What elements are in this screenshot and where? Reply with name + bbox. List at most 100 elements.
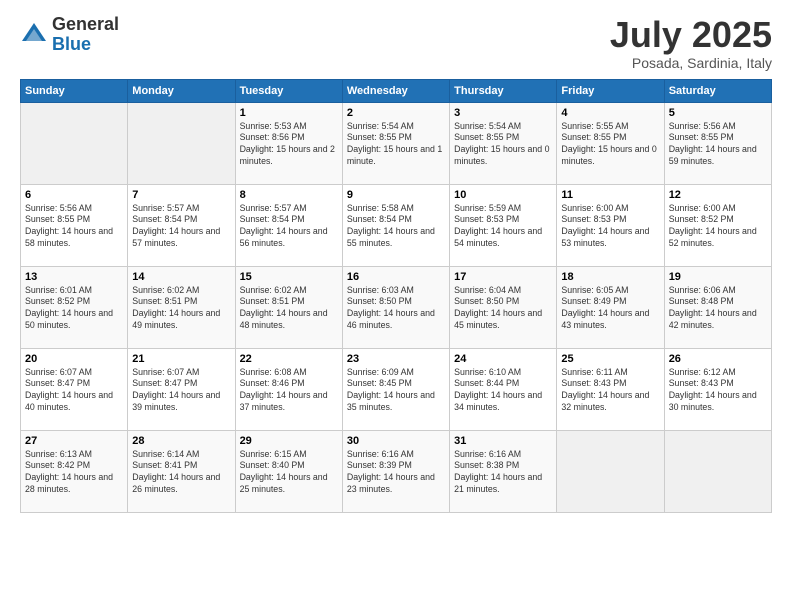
day-number: 9 [347,189,445,201]
calendar-cell: 22Sunrise: 6:08 AMSunset: 8:46 PMDayligh… [235,348,342,430]
calendar-cell: 26 Sunrise: 6:12 AMSunset: 8:43 PMDayligh… [664,348,771,430]
cell-details: Sunrise: 6:11 AMSunset: 8:43 PMDaylight:… [561,367,659,415]
calendar-cell: 25Sunrise: 6:11 AMSunset: 8:43 PMDayligh… [557,348,664,430]
cell-details: Sunrise: 6:04 AMSunset: 8:50 PMDaylight:… [454,285,552,333]
calendar-cell [557,430,664,512]
cell-details: Sunrise: 6:13 AMSunset: 8:42 PMDaylight:… [25,449,123,497]
calendar-cell: 30 Sunrise: 6:16 AMSunset: 8:39 PMDayligh… [342,430,449,512]
calendar-cell: 8 Sunrise: 5:57 AMSunset: 8:54 PMDaylight… [235,184,342,266]
calendar-cell: 2Sunrise: 5:54 AMSunset: 8:55 PMDaylight… [342,102,449,184]
day-number: 28 [132,435,230,447]
header: General Blue July 2025 Posada, Sardinia,… [20,15,772,71]
week-row-4: 20Sunrise: 6:07 AMSunset: 8:47 PMDayligh… [21,348,772,430]
cell-details: Sunrise: 6:03 AMSunset: 8:50 PMDaylight:… [347,285,445,333]
day-number: 5 [669,107,767,119]
subtitle: Posada, Sardinia, Italy [610,55,772,71]
day-number: 4 [561,107,659,119]
day-number: 23 [347,353,445,365]
calendar-cell: 6 Sunrise: 5:56 AMSunset: 8:55 PMDaylight… [21,184,128,266]
day-number: 7 [132,189,230,201]
header-saturday: Saturday [664,79,771,102]
cell-details: Sunrise: 6:10 AMSunset: 8:44 PMDaylight:… [454,367,552,415]
calendar-cell [21,102,128,184]
day-number: 8 [240,189,338,201]
cell-details: Sunrise: 6:14 AMSunset: 8:41 PMDaylight:… [132,449,230,497]
day-number: 15 [240,271,338,283]
calendar-cell: 13Sunrise: 6:01 AMSunset: 8:52 PMDayligh… [21,266,128,348]
calendar-cell: 29Sunrise: 6:15 AMSunset: 8:40 PMDayligh… [235,430,342,512]
header-monday: Monday [128,79,235,102]
day-number: 21 [132,353,230,365]
cell-details: Sunrise: 5:56 AMSunset: 8:55 PMDaylight:… [669,121,767,169]
calendar-cell: 10Sunrise: 5:59 AMSunset: 8:53 PMDayligh… [450,184,557,266]
cell-details: Sunrise: 5:54 AMSunset: 8:55 PMDaylight:… [454,121,552,169]
header-thursday: Thursday [450,79,557,102]
cell-details: Sunrise: 6:00 AMSunset: 8:53 PMDaylight:… [561,203,659,251]
header-sunday: Sunday [21,79,128,102]
page: General Blue July 2025 Posada, Sardinia,… [0,0,792,612]
day-number: 3 [454,107,552,119]
calendar-cell: 17 Sunrise: 6:04 AMSunset: 8:50 PMDayligh… [450,266,557,348]
calendar-cell: 19 Sunrise: 6:06 AMSunset: 8:48 PMDayligh… [664,266,771,348]
calendar-cell: 1 Sunrise: 5:53 AMSunset: 8:56 PMDaylight… [235,102,342,184]
cell-details: Sunrise: 6:02 AMSunset: 8:51 PMDaylight:… [132,285,230,333]
calendar-cell: 3 Sunrise: 5:54 AMSunset: 8:55 PMDaylight… [450,102,557,184]
cell-details: Sunrise: 5:53 AMSunset: 8:56 PMDaylight:… [240,121,338,169]
day-number: 11 [561,189,659,201]
cell-details: Sunrise: 6:01 AMSunset: 8:52 PMDaylight:… [25,285,123,333]
calendar-cell: 9 Sunrise: 5:58 AMSunset: 8:54 PMDaylight… [342,184,449,266]
cell-details: Sunrise: 5:55 AMSunset: 8:55 PMDaylight:… [561,121,659,169]
week-row-5: 27 Sunrise: 6:13 AMSunset: 8:42 PMDayligh… [21,430,772,512]
day-number: 19 [669,271,767,283]
day-number: 2 [347,107,445,119]
cell-details: Sunrise: 5:57 AMSunset: 8:54 PMDaylight:… [240,203,338,251]
day-number: 17 [454,271,552,283]
logo-blue: Blue [52,35,119,55]
week-row-1: 1 Sunrise: 5:53 AMSunset: 8:56 PMDaylight… [21,102,772,184]
day-number: 31 [454,435,552,447]
cell-details: Sunrise: 6:16 AMSunset: 8:39 PMDaylight:… [347,449,445,497]
header-wednesday: Wednesday [342,79,449,102]
cell-details: Sunrise: 6:16 AMSunset: 8:38 PMDaylight:… [454,449,552,497]
calendar-cell: 24Sunrise: 6:10 AMSunset: 8:44 PMDayligh… [450,348,557,430]
logo-text: General Blue [52,15,119,55]
cell-details: Sunrise: 6:02 AMSunset: 8:51 PMDaylight:… [240,285,338,333]
calendar-cell: 16 Sunrise: 6:03 AMSunset: 8:50 PMDayligh… [342,266,449,348]
calendar-cell: 7 Sunrise: 5:57 AMSunset: 8:54 PMDaylight… [128,184,235,266]
calendar-cell: 31 Sunrise: 6:16 AMSunset: 8:38 PMDayligh… [450,430,557,512]
day-number: 27 [25,435,123,447]
calendar-cell [128,102,235,184]
day-number: 26 [669,353,767,365]
day-number: 22 [240,353,338,365]
days-header-row: SundayMondayTuesdayWednesdayThursdayFrid… [21,79,772,102]
calendar-cell: 18Sunrise: 6:05 AMSunset: 8:49 PMDayligh… [557,266,664,348]
cell-details: Sunrise: 5:58 AMSunset: 8:54 PMDaylight:… [347,203,445,251]
calendar-cell: 14Sunrise: 6:02 AMSunset: 8:51 PMDayligh… [128,266,235,348]
day-number: 30 [347,435,445,447]
calendar-cell [664,430,771,512]
cell-details: Sunrise: 6:06 AMSunset: 8:48 PMDaylight:… [669,285,767,333]
week-row-3: 13Sunrise: 6:01 AMSunset: 8:52 PMDayligh… [21,266,772,348]
cell-details: Sunrise: 6:00 AMSunset: 8:52 PMDaylight:… [669,203,767,251]
day-number: 16 [347,271,445,283]
day-number: 18 [561,271,659,283]
header-friday: Friday [557,79,664,102]
day-number: 12 [669,189,767,201]
calendar-cell: 4 Sunrise: 5:55 AMSunset: 8:55 PMDaylight… [557,102,664,184]
calendar-cell: 28 Sunrise: 6:14 AMSunset: 8:41 PMDayligh… [128,430,235,512]
day-number: 1 [240,107,338,119]
calendar-cell: 27 Sunrise: 6:13 AMSunset: 8:42 PMDayligh… [21,430,128,512]
cell-details: Sunrise: 5:56 AMSunset: 8:55 PMDaylight:… [25,203,123,251]
header-tuesday: Tuesday [235,79,342,102]
logo-icon [20,21,48,49]
calendar-cell: 11 Sunrise: 6:00 AMSunset: 8:53 PMDayligh… [557,184,664,266]
calendar-cell: 12 Sunrise: 6:00 AMSunset: 8:52 PMDayligh… [664,184,771,266]
logo-general: General [52,15,119,35]
cell-details: Sunrise: 6:07 AMSunset: 8:47 PMDaylight:… [25,367,123,415]
cell-details: Sunrise: 5:57 AMSunset: 8:54 PMDaylight:… [132,203,230,251]
calendar-cell: 15 Sunrise: 6:02 AMSunset: 8:51 PMDayligh… [235,266,342,348]
main-title: July 2025 [610,15,772,55]
cell-details: Sunrise: 6:12 AMSunset: 8:43 PMDaylight:… [669,367,767,415]
cell-details: Sunrise: 6:15 AMSunset: 8:40 PMDaylight:… [240,449,338,497]
day-number: 6 [25,189,123,201]
